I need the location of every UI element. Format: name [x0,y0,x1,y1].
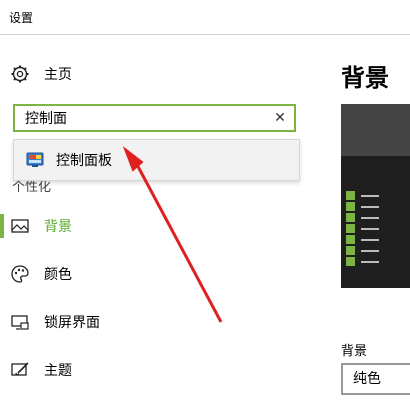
search-input[interactable] [25,108,265,128]
sidebar-item-label: 主题 [44,363,72,379]
preview-tiles [346,190,379,267]
sidebar-item-lockscreen[interactable]: 锁屏界面 [10,310,100,334]
sidebar-item-background[interactable]: 背景 [10,214,72,238]
window-title: 设置 [9,11,34,25]
sidebar-item-label: 颜色 [44,267,72,283]
monitor-icon [11,315,29,330]
search-suggestion-control-panel[interactable]: 控制面板 [13,139,300,181]
picture-icon [11,219,29,233]
selected-indicator [0,214,4,238]
clear-search-icon[interactable]: ✕ [272,110,288,126]
palette-icon [11,265,29,283]
background-label: 背景 [341,344,368,359]
background-type-select[interactable]: 纯色 [341,363,410,395]
nav-home-label: 主页 [44,67,72,83]
sidebar-item-colors[interactable]: 颜色 [10,262,72,286]
page-title: 背景 [341,64,389,92]
brush-icon [11,362,29,376]
sidebar-item-label: 背景 [44,219,72,235]
suggestion-label: 控制面板 [56,153,112,169]
search-box[interactable]: ✕ [13,104,296,132]
title-bar: 设置 [0,0,410,35]
gear-icon [11,65,29,83]
nav-home[interactable]: 主页 [10,62,72,86]
sidebar-item-label: 锁屏界面 [44,315,100,331]
background-preview [341,104,410,288]
sidebar-item-themes[interactable]: 主题 [10,358,72,382]
control-panel-icon [26,152,44,167]
preview-top-band [341,104,410,156]
